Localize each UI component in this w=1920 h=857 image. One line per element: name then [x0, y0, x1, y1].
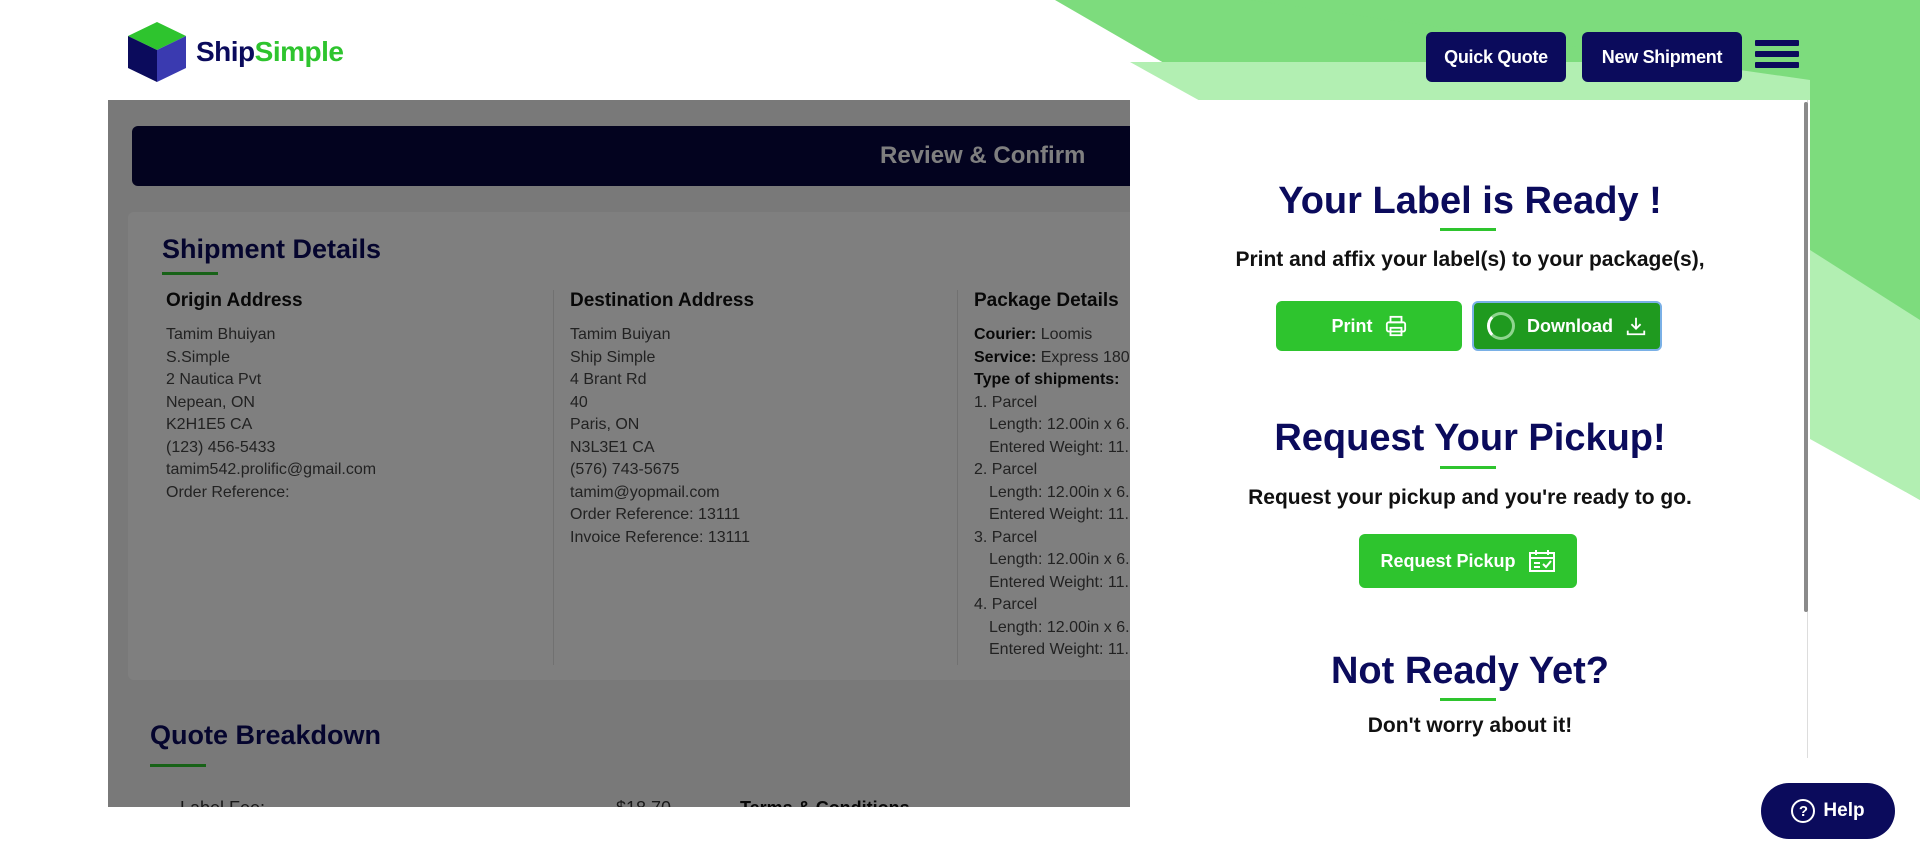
panel-scrollbar[interactable] — [1804, 102, 1808, 612]
label-ready-panel: Your Label is Ready ! Print and affix yo… — [1130, 100, 1810, 807]
pickup-title: Request Your Pickup! — [1274, 417, 1666, 459]
help-question-icon: ? — [1791, 799, 1816, 823]
label-ready-subtitle: Print and affix your label(s) to your pa… — [1235, 248, 1705, 271]
pickup-subtitle: Request your pickup and you're ready to … — [1248, 486, 1692, 509]
label-ready-title: Your Label is Ready ! — [1278, 180, 1662, 222]
request-pickup-label: Request Pickup — [1380, 550, 1516, 571]
help-label: Help — [1823, 800, 1865, 821]
cube-logo-icon — [128, 22, 186, 82]
request-pickup-button[interactable]: Request Pickup — [1359, 534, 1577, 588]
not-ready-subtitle: Don't worry about it! — [1367, 714, 1573, 737]
logo-simple: Simple — [254, 36, 344, 67]
hamburger-menu-icon[interactable] — [1755, 40, 1799, 74]
download-button[interactable]: Download — [1472, 301, 1662, 351]
print-label: Print — [1331, 315, 1373, 336]
page: ShipSimple Quick Quote New Shipment Revi… — [0, 0, 1920, 857]
quick-quote-button[interactable]: Quick Quote — [1426, 32, 1566, 82]
pickup-underline — [1440, 466, 1496, 469]
download-icon — [1626, 317, 1646, 336]
help-button[interactable]: ? Help — [1761, 783, 1895, 839]
calendar-icon — [1528, 550, 1555, 572]
logo-ship: Ship — [196, 36, 255, 67]
modal-backdrop[interactable] — [108, 100, 1130, 807]
loading-spinner-icon — [1487, 312, 1515, 340]
print-button[interactable]: Print — [1276, 301, 1462, 351]
shipsimple-logo[interactable]: ShipSimple — [126, 20, 344, 84]
not-ready-title: Not Ready Yet? — [1330, 650, 1610, 692]
not-ready-underline — [1440, 698, 1496, 701]
download-label: Download — [1527, 315, 1613, 336]
logo-text: ShipSimple — [196, 36, 344, 68]
label-ready-underline — [1440, 228, 1496, 231]
new-shipment-button[interactable]: New Shipment — [1582, 32, 1742, 82]
printer-icon — [1385, 315, 1406, 337]
